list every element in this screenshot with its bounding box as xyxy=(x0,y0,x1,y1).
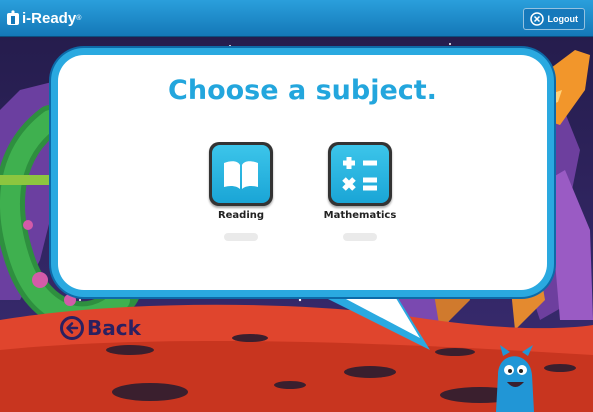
logo-icon xyxy=(7,10,19,25)
reading-status-placeholder xyxy=(224,233,258,241)
math-operators-icon xyxy=(342,157,377,191)
back-arrow-icon xyxy=(60,316,84,340)
logo-mark: ® xyxy=(76,14,82,22)
logout-button[interactable]: Logout xyxy=(522,8,585,30)
reading-subject-button[interactable]: Reading xyxy=(196,142,286,241)
book-icon xyxy=(224,161,258,189)
i-ready-logo: i-Ready ® xyxy=(6,6,81,30)
mathematics-tile[interactable] xyxy=(328,142,392,206)
dialog-title: Choose a subject. xyxy=(168,75,437,106)
mathematics-status-placeholder xyxy=(343,233,377,241)
reading-label: Reading xyxy=(217,210,265,221)
back-button[interactable]: Back xyxy=(60,316,141,340)
close-circle-icon xyxy=(529,12,544,26)
mathematics-label: Mathematics xyxy=(323,210,397,221)
back-label: Back xyxy=(87,316,141,340)
reading-tile[interactable] xyxy=(209,142,273,206)
top-bar: i-Ready ® Logout xyxy=(0,0,593,36)
logout-label: Logout xyxy=(547,14,579,24)
mathematics-subject-button[interactable]: Mathematics xyxy=(315,142,405,241)
logo-text: i-Ready xyxy=(22,9,77,27)
